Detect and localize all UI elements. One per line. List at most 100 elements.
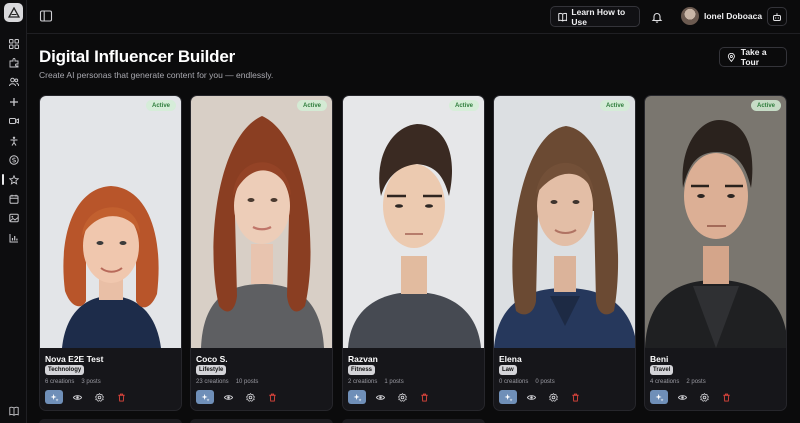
dashboard-icon[interactable]: [6, 36, 21, 51]
plus-icon[interactable]: [6, 94, 21, 109]
influencer-stats: 6 creations 3 posts: [45, 379, 101, 385]
settings-button[interactable]: [242, 390, 258, 404]
star-icon[interactable]: [2, 172, 21, 187]
notification-bell-icon[interactable]: [651, 10, 663, 23]
next-row-card: [190, 419, 333, 423]
gear-icon: [94, 392, 104, 402]
influencer-card[interactable]: Active Elena Law 0 creations 0 posts: [493, 95, 636, 411]
influencer-card[interactable]: Active Coco S. Lifestyle 23 creations 10…: [190, 95, 333, 411]
influencer-card[interactable]: Active Beni Travel 4 creations 2 posts: [644, 95, 787, 411]
trash-icon: [420, 393, 428, 402]
creations-count: 23 creations: [196, 379, 229, 385]
card-actions: [196, 390, 280, 404]
bar-chart-icon[interactable]: [6, 230, 21, 245]
left-rail: [0, 0, 27, 423]
gear-icon: [699, 392, 709, 402]
posts-count: 0 posts: [535, 379, 555, 385]
view-button[interactable]: [69, 390, 85, 404]
delete-button[interactable]: [264, 390, 280, 404]
next-row-card: [342, 419, 485, 423]
settings-button[interactable]: [91, 390, 107, 404]
view-button[interactable]: [674, 390, 690, 404]
learn-button-label: Learn How to Use: [571, 6, 626, 27]
view-button[interactable]: [220, 390, 236, 404]
gear-icon: [397, 392, 407, 402]
take-a-tour-button[interactable]: Take a Tour: [719, 47, 787, 67]
category-tag: Technology: [45, 365, 85, 375]
influencer-name: Beni: [650, 354, 669, 364]
delete-button[interactable]: [718, 390, 734, 404]
coin-icon[interactable]: [6, 152, 21, 167]
delete-button[interactable]: [416, 390, 432, 404]
category-tag: Lifestyle: [196, 365, 227, 375]
posts-count: 10 posts: [235, 379, 259, 385]
assistant-bot-button[interactable]: [767, 7, 787, 26]
category-tag: Law: [499, 365, 517, 375]
sparkles-icon: [655, 393, 664, 401]
settings-button[interactable]: [394, 390, 410, 404]
user-name[interactable]: Ionel Doboaca: [704, 11, 762, 21]
influencer-portrait: [645, 96, 786, 348]
settings-button[interactable]: [545, 390, 561, 404]
user-avatar[interactable]: [681, 7, 699, 25]
book-icon[interactable]: [6, 403, 21, 418]
sidebar-toggle-icon[interactable]: [39, 9, 53, 23]
learn-how-to-use-button[interactable]: Learn How to Use: [550, 6, 640, 27]
trash-icon: [571, 393, 579, 402]
posts-count: 2 posts: [686, 379, 706, 385]
creations-count: 4 creations: [650, 379, 680, 385]
posts-count: 1 posts: [384, 379, 404, 385]
view-button[interactable]: [372, 390, 388, 404]
influencer-card[interactable]: Active Razvan Fitness 2 creations 1 post…: [342, 95, 485, 411]
delete-button[interactable]: [113, 390, 129, 404]
generate-button[interactable]: [650, 390, 668, 404]
puzzle-icon[interactable]: [6, 55, 21, 70]
trash-icon: [117, 393, 125, 402]
creations-count: 6 creations: [45, 379, 75, 385]
influencer-stats: 0 creations 0 posts: [499, 379, 555, 385]
card-actions: [45, 390, 129, 404]
generate-button[interactable]: [348, 390, 366, 404]
trash-icon: [722, 393, 730, 402]
person-icon[interactable]: [6, 133, 21, 148]
influencer-name: Coco S.: [196, 354, 228, 364]
status-badge: Active: [750, 100, 781, 111]
eye-icon: [223, 394, 233, 400]
robot-icon: [773, 12, 781, 21]
eye-icon: [375, 394, 385, 400]
view-button[interactable]: [523, 390, 539, 404]
eye-icon: [72, 394, 82, 400]
sparkles-icon: [504, 393, 513, 401]
card-actions: [499, 390, 583, 404]
settings-button[interactable]: [696, 390, 712, 404]
image-icon[interactable]: [6, 210, 21, 225]
influencer-portrait: [343, 96, 484, 348]
card-actions: [348, 390, 432, 404]
influencer-stats: 2 creations 1 posts: [348, 379, 404, 385]
generate-button[interactable]: [45, 390, 63, 404]
gear-icon: [245, 392, 255, 402]
influencer-portrait: [191, 96, 332, 348]
posts-count: 3 posts: [81, 379, 101, 385]
trash-icon: [268, 393, 276, 402]
users-icon[interactable]: [6, 74, 21, 89]
book-open-icon: [558, 12, 568, 22]
creations-count: 0 creations: [499, 379, 529, 385]
status-badge: Active: [448, 100, 479, 111]
tour-button-label: Take a Tour: [740, 47, 767, 67]
influencer-portrait: [494, 96, 635, 348]
influencer-name: Nova E2E Test: [45, 354, 104, 364]
top-header: Learn How to Use Ionel Doboaca: [27, 0, 800, 34]
delete-button[interactable]: [567, 390, 583, 404]
generate-button[interactable]: [499, 390, 517, 404]
calendar-icon[interactable]: [6, 191, 21, 206]
generate-button[interactable]: [196, 390, 214, 404]
influencer-card[interactable]: Active Nova E2E Test Technology 6 creati…: [39, 95, 182, 411]
sparkles-icon: [353, 393, 362, 401]
influencer-name: Razvan: [348, 354, 378, 364]
video-icon[interactable]: [6, 113, 21, 128]
card-actions: [650, 390, 734, 404]
sparkles-icon: [50, 393, 59, 401]
app-logo-icon[interactable]: [4, 3, 23, 22]
influencer-stats: 23 creations 10 posts: [196, 379, 258, 385]
